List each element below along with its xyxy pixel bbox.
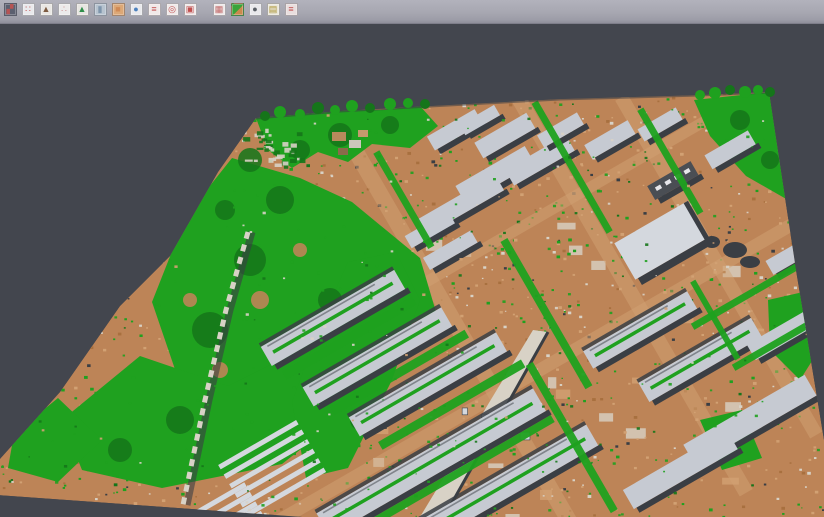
cross-section-icon[interactable]: ≡ <box>283 1 299 17</box>
viewport-3d[interactable] <box>0 24 824 517</box>
globe-icon-glyph: ● <box>130 3 143 16</box>
tin-hill-icon[interactable]: ▲ <box>38 1 54 17</box>
layers-icon-glyph: ▤ <box>267 3 280 16</box>
scatter-points-icon-glyph: ∷ <box>22 3 35 16</box>
target-icon[interactable]: ◎ <box>164 1 180 17</box>
terrain-icon[interactable]: ▲ <box>74 1 90 17</box>
profile-panel-icon-glyph: ▮ <box>94 3 107 16</box>
tin-hill-icon-glyph: ▲ <box>40 3 53 16</box>
classification-map-icon-glyph <box>231 3 244 16</box>
cross-section-icon-glyph: ≡ <box>285 3 298 16</box>
zoom-extent-icon[interactable]: ▣ <box>182 1 198 17</box>
profile-lines-icon-glyph: ≡ <box>148 3 161 16</box>
grid-icon-glyph: ▦ <box>213 3 226 16</box>
sparse-points-icon[interactable]: ∴ <box>56 1 72 17</box>
sparse-points-icon-glyph: ∴ <box>58 3 71 16</box>
zoom-extent-icon-glyph: ▣ <box>184 3 197 16</box>
terrain-icon-glyph: ▲ <box>76 3 89 16</box>
point-cloud-scene <box>0 24 824 517</box>
classification-map-icon[interactable] <box>229 1 245 17</box>
target-icon-glyph: ◎ <box>166 3 179 16</box>
grid-icon[interactable]: ▦ <box>211 1 227 17</box>
ortho-image-icon[interactable]: ■ <box>110 1 126 17</box>
point-cloud-image-icon-glyph: ▞ <box>4 3 17 16</box>
application-window: ▞ ∷ ▲ ∴ ▲ ▮ ■ ● ≡ ◎ ▣ ▦ ● ▤ ≡ <box>0 0 824 517</box>
scatter-points-icon[interactable]: ∷ <box>20 1 36 17</box>
sphere-shading-icon-glyph: ● <box>249 3 262 16</box>
layers-icon[interactable]: ▤ <box>265 1 281 17</box>
toolbar: ▞ ∷ ▲ ∴ ▲ ▮ ■ ● ≡ ◎ ▣ ▦ ● ▤ ≡ <box>0 0 824 24</box>
sphere-shading-icon[interactable]: ● <box>247 1 263 17</box>
point-cloud-image-icon[interactable]: ▞ <box>2 1 18 17</box>
ortho-image-icon-glyph: ■ <box>112 3 125 16</box>
globe-icon[interactable]: ● <box>128 1 144 17</box>
profile-lines-icon[interactable]: ≡ <box>146 1 162 17</box>
profile-panel-icon[interactable]: ▮ <box>92 1 108 17</box>
